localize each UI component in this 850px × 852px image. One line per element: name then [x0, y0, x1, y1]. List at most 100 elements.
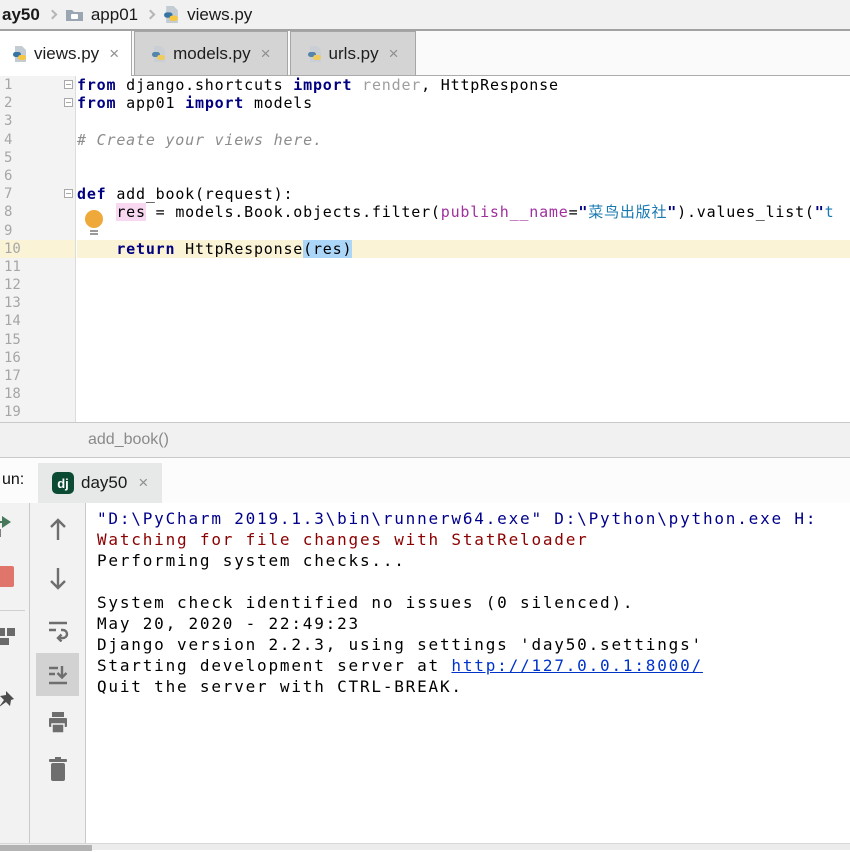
down-stack-trace-icon[interactable] — [47, 566, 69, 592]
code-line[interactable]: from app01 import models — [77, 94, 850, 112]
run-toolwindow-header: un: dj day50 × — [0, 458, 850, 503]
line-number: 14 — [4, 313, 21, 330]
text-segment: Performing system checks... — [97, 551, 406, 570]
close-icon[interactable]: × — [389, 44, 399, 64]
code-line[interactable]: res = models.Book.objects.filter(publish… — [77, 203, 850, 222]
run-tab-day50[interactable]: dj day50 × — [38, 463, 163, 503]
console-line: May 20, 2020 - 22:49:23 — [97, 613, 850, 634]
line-number: 3 — [4, 113, 13, 130]
context-function[interactable]: add_book() — [88, 431, 169, 449]
rerun-icon[interactable] — [0, 513, 16, 537]
horizontal-scrollbar[interactable] — [0, 843, 850, 851]
line-number: 12 — [4, 277, 21, 294]
text-segment: # Create your views here. — [77, 130, 323, 149]
django-run-config-icon: dj — [52, 472, 74, 494]
text-segment: models — [244, 94, 313, 113]
code-line[interactable] — [77, 222, 850, 240]
fold-marker-icon[interactable] — [64, 98, 73, 108]
code-line[interactable] — [77, 312, 850, 330]
line-number: 6 — [4, 167, 13, 184]
text-segment — [77, 240, 116, 258]
line-number: 15 — [4, 331, 21, 348]
pycharm-window: ay50 app01 views.py views.py × models.py… — [0, 0, 850, 852]
fold-marker-icon[interactable] — [64, 189, 73, 199]
folder-icon — [65, 10, 83, 21]
text-segment: "D:\PyCharm 2019.1.3\bin\runnerw64.exe" … — [97, 509, 818, 528]
code-editor[interactable]: 1 2 3 4 5 6 7 8 9 10 11 12 13 14 15 16 17 18 19 from djang… — [0, 76, 850, 422]
close-icon[interactable]: × — [261, 44, 271, 64]
code-line[interactable] — [77, 149, 850, 167]
code-area[interactable]: from django.shortcuts import render, Htt… — [77, 76, 850, 422]
code-line[interactable]: # Create your views here. — [77, 131, 850, 149]
text-segment: t — [824, 203, 835, 222]
fold-marker-icon[interactable] — [64, 80, 73, 89]
code-line[interactable] — [77, 258, 850, 276]
run-toolwindow-body: "D:\PyCharm 2019.1.3\bin\runnerw64.exe" … — [0, 503, 850, 843]
up-stack-trace-icon[interactable] — [47, 516, 69, 542]
text-segment: add_book(request): — [106, 185, 294, 204]
intention-bulb-icon[interactable] — [84, 209, 104, 237]
chevron-right-icon — [47, 9, 58, 20]
code-line[interactable]: return HttpResponse(res) — [77, 239, 850, 258]
chevron-right-icon — [145, 9, 156, 20]
run-console[interactable]: "D:\PyCharm 2019.1.3\bin\runnerw64.exe" … — [86, 503, 850, 843]
restore-layout-icon[interactable] — [0, 625, 18, 649]
console-line: System check identified no issues (0 sil… — [97, 592, 850, 613]
text-segment: import — [185, 94, 245, 113]
text-segment — [352, 76, 362, 94]
code-line[interactable] — [77, 349, 850, 367]
server-url-link[interactable]: http://127.0.0.1:8000/ — [451, 656, 703, 675]
soft-wrap-icon[interactable] — [46, 618, 70, 642]
code-line[interactable] — [77, 167, 850, 185]
pin-icon[interactable] — [0, 689, 18, 717]
line-number: 16 — [4, 349, 21, 366]
run-label: un: — [2, 471, 25, 488]
text-segment: , HttpResponse — [421, 76, 559, 94]
line-number: 4 — [4, 131, 13, 148]
scrollbar-thumb[interactable] — [0, 845, 92, 851]
tab-label: urls.py — [328, 43, 379, 63]
editor-gutter: 1 2 3 4 5 6 7 8 9 10 11 12 13 14 15 16 17 18 19 — [0, 76, 76, 422]
line-number: 5 — [4, 149, 13, 166]
breadcrumb-project[interactable]: ay50 — [2, 5, 40, 25]
python-file-icon — [13, 45, 26, 62]
code-line[interactable] — [77, 276, 850, 294]
tab-label: models.py — [173, 43, 251, 63]
text-segment: app01 — [116, 94, 186, 113]
python-file-icon — [307, 45, 321, 62]
text-segment: = models.Book.objects.filter( — [145, 203, 441, 222]
text-segment: " — [667, 203, 678, 222]
code-line[interactable] — [77, 367, 850, 385]
run-tab-label: day50 — [81, 473, 128, 492]
code-line[interactable] — [77, 294, 850, 312]
close-icon[interactable]: × — [109, 44, 119, 64]
editor-context-bar: add_book() — [0, 422, 850, 458]
console-toolbar — [30, 503, 86, 843]
text-segment: Watching for file changes with StatReloa… — [97, 530, 589, 549]
code-line[interactable] — [77, 385, 850, 403]
print-icon[interactable] — [46, 710, 70, 736]
code-line[interactable] — [77, 403, 850, 421]
text-segment: publish__name — [440, 203, 569, 222]
text-segment: " — [814, 203, 825, 222]
code-line[interactable]: def add_book(request): — [77, 185, 850, 203]
tab-views-py[interactable]: views.py × — [0, 31, 133, 76]
code-line[interactable] — [77, 331, 850, 349]
stop-icon[interactable] — [0, 566, 14, 587]
line-number: 2 — [0, 94, 75, 112]
code-line[interactable] — [77, 112, 850, 130]
clear-console-icon[interactable] — [47, 756, 69, 784]
breadcrumb-file[interactable]: views.py — [187, 5, 252, 25]
tab-models-py[interactable]: models.py × — [134, 31, 288, 75]
line-number: 17 — [4, 368, 21, 384]
breadcrumb-package[interactable]: app01 — [91, 5, 138, 25]
text-segment: " — [578, 203, 589, 222]
run-toolbar-left — [0, 503, 30, 843]
line-number: 11 — [4, 258, 21, 275]
text-segment: 菜鸟出版社 — [588, 203, 668, 222]
close-icon[interactable]: × — [138, 473, 148, 493]
code-line[interactable]: from django.shortcuts import render, Htt… — [77, 76, 850, 94]
scroll-to-end-icon[interactable] — [46, 663, 70, 687]
text-segment: from — [77, 94, 117, 113]
tab-urls-py[interactable]: urls.py × — [289, 31, 416, 75]
